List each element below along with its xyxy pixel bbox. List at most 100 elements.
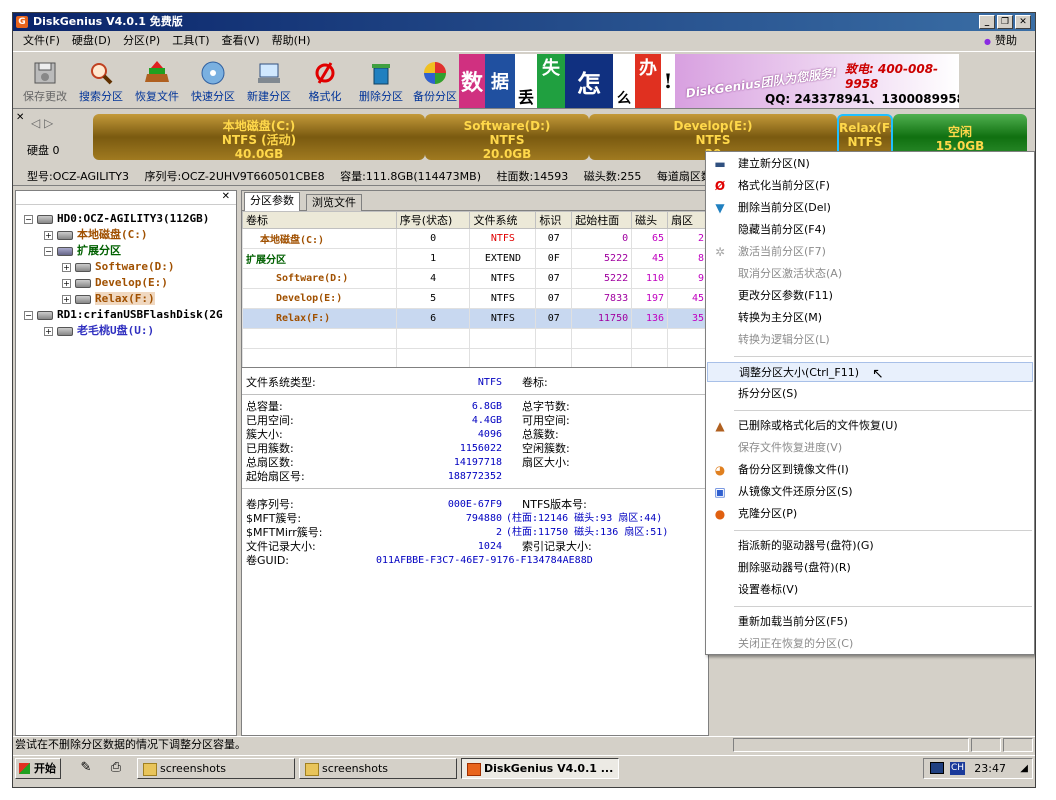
tree-node[interactable]: − HD0:OCZ-AGILITY3(112GB) <box>24 211 209 227</box>
monitor-icon[interactable] <box>930 762 944 774</box>
quicklaunch-icon[interactable]: ⎙ <box>107 759 125 777</box>
tree-node[interactable]: − RD1:crifanUSBFlashDisk(2G <box>24 307 223 323</box>
expand-icon[interactable]: + <box>62 278 71 288</box>
column-header[interactable]: 起始柱面 <box>571 211 633 229</box>
menu-disk[interactable]: 硬盘(D) <box>66 32 117 50</box>
column-header[interactable]: 序号(状态) <box>395 211 471 229</box>
search-partition-button[interactable]: 搜索分区 <box>73 56 129 108</box>
disk-tree-panel: ✕ − HD0:OCZ-AGILITY3(112GB) + 本地磁盘(C:) − 扩展… <box>15 190 237 736</box>
recover-icon <box>142 58 172 88</box>
menu-item-close-recovery[interactable]: 关闭正在恢复的分区(C) <box>707 634 1033 654</box>
close-icon[interactable]: ✕ <box>16 112 24 123</box>
quick-partition-button[interactable]: 快速分区 <box>185 56 241 108</box>
table-row[interactable]: 本地磁盘(C:) 0 NTFS 07 0 65 2 <box>242 228 708 249</box>
partition-icon <box>75 278 91 288</box>
menu-item-file-recovery[interactable]: ▲ 已删除或格式化后的文件恢复(U) <box>707 416 1033 436</box>
menu-item-delete[interactable]: ▼ 删除当前分区(Del) <box>707 198 1033 218</box>
banner-char: 数 <box>459 54 485 108</box>
tab-partition-params[interactable]: 分区参数 <box>244 192 300 212</box>
disk-nav-arrows[interactable]: ◁ ▷ <box>31 116 53 130</box>
tree-node[interactable]: − 扩展分区 <box>44 243 121 259</box>
tree-node[interactable]: + 老毛桃U盘(U:) <box>44 323 154 339</box>
table-row[interactable]: Develop(E:) 5 NTFS 07 7833 197 45 <box>242 288 708 309</box>
menu-item-activate[interactable]: ✲ 激活当前分区(F7) <box>707 242 1033 262</box>
partition-block-d[interactable]: Software(D:) NTFS 20.0GB <box>425 114 589 160</box>
volume-icon[interactable]: ◢ <box>1020 763 1028 774</box>
save-icon <box>30 58 60 88</box>
ime-indicator[interactable]: CH <box>950 762 966 775</box>
disk-icon <box>37 214 53 224</box>
save-changes-button[interactable]: 保存更改 <box>17 56 73 108</box>
menu-item-to-logical[interactable]: 转换为逻辑分区(L) <box>707 330 1033 350</box>
menu-item-new-partition[interactable]: ▬ 建立新分区(N) <box>707 154 1033 174</box>
title-bar[interactable]: G DiskGenius V4.0.1 免费版 _ ❐ ✕ <box>13 13 1035 31</box>
menu-item-split[interactable]: 拆分分区(S) <box>707 384 1033 404</box>
table-row[interactable]: 扩展分区 1 EXTEND 0F 5222 45 8 <box>242 248 708 269</box>
sponsor-link[interactable]: 赞助 <box>984 32 1017 51</box>
expand-icon[interactable]: + <box>62 294 71 304</box>
tab-browse-files[interactable]: 浏览文件 <box>306 194 362 211</box>
menu-item-format[interactable]: Ø 格式化当前分区(F) <box>707 176 1033 196</box>
taskbar-item[interactable]: screenshots <box>137 758 295 779</box>
delete-partition-button[interactable]: 删除分区 <box>353 56 409 108</box>
table-row-selected[interactable]: Relax(F:) 6 NTFS 07 11750 136 35 <box>242 308 708 329</box>
collapse-icon[interactable]: − <box>24 310 33 320</box>
system-tray: CH 23:47 ◢ <box>923 758 1033 779</box>
expand-icon[interactable]: + <box>44 326 53 336</box>
menu-item-resize[interactable]: 调整分区大小(Ctrl_F11) ↖ <box>707 362 1033 382</box>
banner-char: 据 <box>485 54 515 108</box>
column-header[interactable]: 标识 <box>535 211 573 229</box>
status-pane <box>733 738 969 752</box>
menu-tools[interactable]: 工具(T) <box>166 32 215 50</box>
close-button[interactable]: ✕ <box>1015 15 1031 29</box>
menu-item-restore-image[interactable]: ▣ 从镜像文件还原分区(S) <box>707 482 1033 502</box>
table-row[interactable]: Software(D:) 4 NTFS 07 5222 110 9 <box>242 268 708 289</box>
column-header[interactable]: 扇区 <box>667 211 708 229</box>
minimize-button[interactable]: _ <box>979 15 995 29</box>
menu-item-to-primary[interactable]: 转换为主分区(M) <box>707 308 1033 328</box>
taskbar-item-active[interactable]: DiskGenius V4.0.1 ... <box>461 758 619 779</box>
menu-file[interactable]: 文件(F) <box>17 32 66 50</box>
menu-item-deactivate[interactable]: 取消分区激活状态(A) <box>707 264 1033 284</box>
expand-icon[interactable]: + <box>62 262 71 272</box>
clone-icon: ● <box>714 507 726 521</box>
menu-view[interactable]: 查看(V) <box>216 32 266 50</box>
column-header[interactable]: 卷标 <box>242 211 397 229</box>
menu-item-reload[interactable]: 重新加载当前分区(F5) <box>707 612 1033 632</box>
restore-button[interactable]: ❐ <box>997 15 1013 29</box>
taskbar-item[interactable]: screenshots <box>299 758 457 779</box>
start-button[interactable]: 开始 <box>15 758 61 779</box>
menu-item-set-label[interactable]: 设置卷标(V) <box>707 580 1033 600</box>
backup-partition-button[interactable]: 备份分区 <box>407 56 463 108</box>
menu-item-remove-letter[interactable]: 删除驱动器号(盘符)(R) <box>707 558 1033 578</box>
recover-files-button[interactable]: 恢复文件 <box>129 56 185 108</box>
partition-block-c[interactable]: 本地磁盘(C:) NTFS (活动) 40.0GB <box>93 114 425 160</box>
tree-node[interactable]: + Develop(E:) <box>62 275 168 291</box>
menu-item-clone[interactable]: ● 克隆分区(P) <box>707 504 1033 524</box>
menu-separator <box>734 530 1032 531</box>
expand-icon[interactable]: + <box>44 230 53 240</box>
collapse-icon[interactable]: − <box>24 214 33 224</box>
menu-partition[interactable]: 分区(P) <box>117 32 166 50</box>
menu-item-backup-image[interactable]: ◕ 备份分区到镜像文件(I) <box>707 460 1033 480</box>
tree-node[interactable]: + Software(D:) <box>62 259 174 275</box>
menu-help[interactable]: 帮助(H) <box>266 32 317 50</box>
menu-item-assign-letter[interactable]: 指派新的驱动器号(盘符)(G) <box>707 536 1033 556</box>
app-icon: G <box>16 16 28 28</box>
toolbar: 保存更改 搜索分区 恢复文件 快速分区 新建分区 格式化 删除分区 备份分区 数… <box>13 51 1035 109</box>
menu-item-hide[interactable]: 隐藏当前分区(F4) <box>707 220 1033 240</box>
tree-node[interactable]: + Relax(F:) <box>62 291 155 307</box>
new-partition-button[interactable]: 新建分区 <box>241 56 297 108</box>
tree-node[interactable]: + 本地磁盘(C:) <box>44 227 148 243</box>
menu-item-save-progress[interactable]: 保存文件恢复进度(V) <box>707 438 1033 458</box>
format-button[interactable]: 格式化 <box>297 56 353 108</box>
collapse-icon[interactable]: − <box>44 246 53 256</box>
banner-char: 么 <box>613 54 635 108</box>
menu-item-change-params[interactable]: 更改分区参数(F11) <box>707 286 1033 306</box>
quicklaunch-icon[interactable]: ✎ <box>77 759 95 777</box>
column-header[interactable]: 磁头 <box>631 211 669 229</box>
ad-banner[interactable]: 数 据 丢 失 怎 么 办 ! DiskGenius团队为您服务! 致电: 40… <box>459 54 959 108</box>
close-icon[interactable]: ✕ <box>222 191 230 202</box>
column-header[interactable]: 文件系统 <box>469 211 537 229</box>
partition-icon <box>75 294 91 304</box>
